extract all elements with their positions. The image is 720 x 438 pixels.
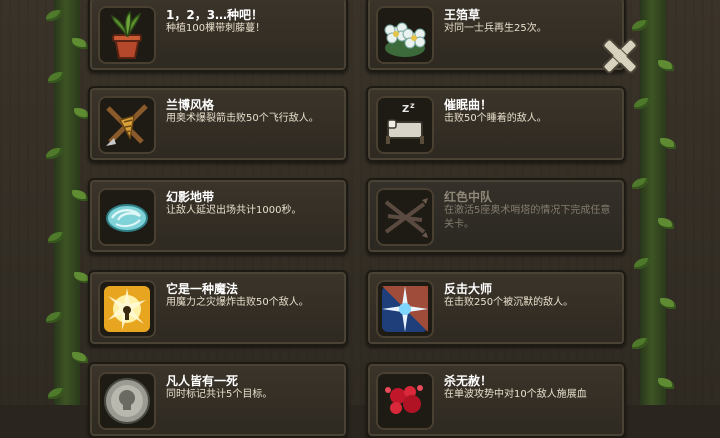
close-x-icon[interactable] bbox=[598, 34, 642, 78]
achievement-card[interactable]: 王箔草 对同一士兵再生25次。 bbox=[366, 0, 626, 72]
achievement-title: 凡人皆有一死 bbox=[166, 374, 239, 388]
achievement-card[interactable]: 1，2，3…种吧！ 种植100棵带刺藤蔓！ bbox=[88, 0, 348, 72]
svg-text:Z: Z bbox=[402, 104, 409, 115]
blood-splatter-icon bbox=[376, 372, 434, 430]
counter-strike-icon bbox=[376, 280, 434, 338]
achievement-title: 王箔草 bbox=[444, 8, 481, 22]
phantom-swirl-icon bbox=[98, 188, 156, 246]
achievement-description: 对同一士兵再生25次。 bbox=[444, 23, 547, 34]
achievement-description: 在击败250个被沉默的敌人。 bbox=[444, 297, 574, 308]
right-vine-decoration bbox=[632, 0, 676, 405]
achievement-title: 催眠曲！ bbox=[444, 98, 493, 112]
potted-plant-icon bbox=[98, 6, 156, 64]
achievement-description: 用奥术爆裂箭击败50个飞行敌人。 bbox=[166, 113, 319, 124]
achievement-card[interactable]: 它是一种魔法 用魔力之灾爆炸击败50个敌人。 bbox=[88, 270, 348, 346]
achievement-card[interactable]: 兰博风格 用奥术爆裂箭击败50个飞行敌人。 bbox=[88, 86, 348, 162]
achievement-card[interactable]: 凡人皆有一死 同时标记共计5个目标。 bbox=[88, 362, 348, 438]
achievement-title: 兰博风格 bbox=[166, 98, 215, 112]
achievement-card[interactable]: 幻影地带 让敌人延迟出场共计1000秒。 bbox=[88, 178, 348, 254]
achievement-description: 同时标记共计5个目标。 bbox=[166, 389, 273, 400]
magic-explosion-icon bbox=[98, 280, 156, 338]
achievement-title: 它是一种魔法 bbox=[166, 282, 239, 296]
flowers-icon bbox=[376, 6, 434, 64]
achievement-description: 让敌人延迟出场共计1000秒。 bbox=[166, 205, 302, 216]
achievement-card[interactable]: 反击大师 在击败250个被沉默的敌人。 bbox=[366, 270, 626, 346]
achievement-card-locked[interactable]: 红色中队 在激活5座奥术哨塔的情况下完成任意关卡。 bbox=[366, 178, 626, 254]
achievement-title: 1，2，3…种吧！ bbox=[166, 8, 264, 22]
svg-text:z: z bbox=[410, 101, 415, 110]
achievement-description: 在激活5座奥术哨塔的情况下完成任意关卡。 bbox=[444, 205, 611, 230]
achievement-title: 红色中队 bbox=[444, 190, 493, 204]
achievement-title: 反击大师 bbox=[444, 282, 493, 296]
achievement-title: 杀无赦！ bbox=[444, 374, 493, 388]
achievement-description: 用魔力之灾爆炸击败50个敌人。 bbox=[166, 297, 309, 308]
crossed-arrows-icon bbox=[376, 188, 434, 246]
achievement-description: 击败50个睡着的敌人。 bbox=[444, 113, 547, 124]
achievement-card[interactable]: 杀无赦！ 在单波攻势中对10个敌人施展血 bbox=[366, 362, 626, 438]
achievement-description: 种植100棵带刺藤蔓！ bbox=[166, 23, 266, 34]
achievement-description: 在单波攻势中对10个敌人施展血 bbox=[444, 389, 587, 400]
achievement-title: 幻影地带 bbox=[166, 190, 215, 204]
arrow-drill-icon bbox=[98, 96, 156, 154]
sleeping-bed-icon: Z z bbox=[376, 96, 434, 154]
left-vine-decoration bbox=[46, 0, 90, 405]
skull-coin-icon bbox=[98, 372, 156, 430]
achievement-card[interactable]: Z z 催眠曲！ 击败50个睡着的敌人。 bbox=[366, 86, 626, 162]
